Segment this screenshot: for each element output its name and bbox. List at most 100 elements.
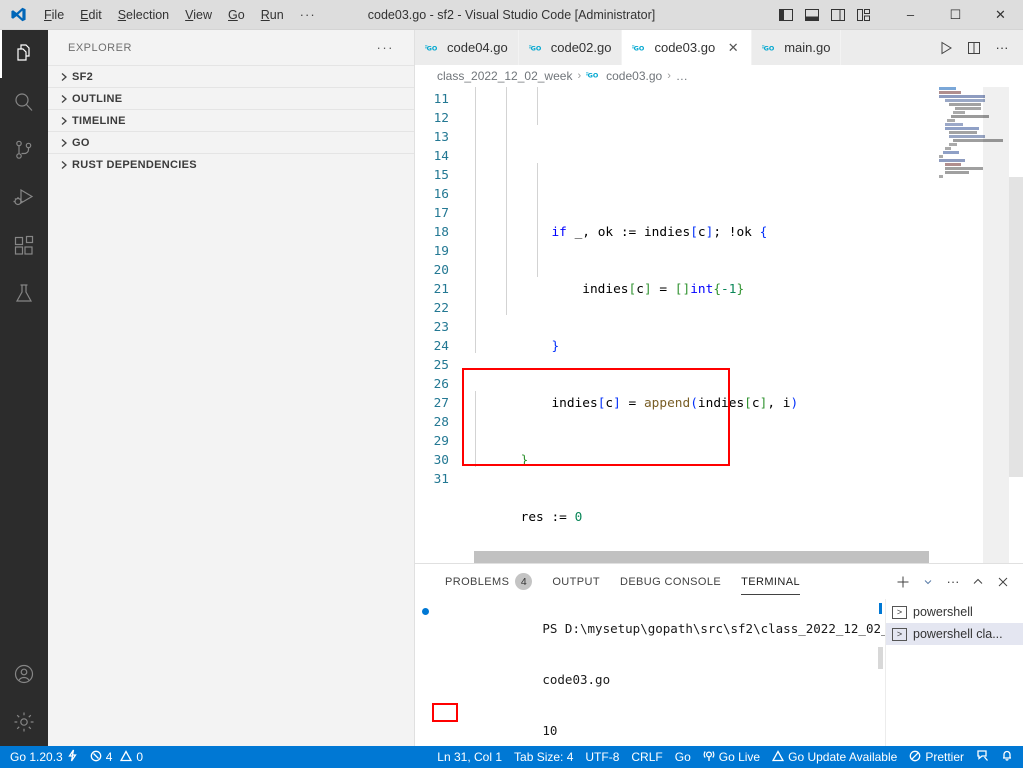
vscode-logo-icon [0,6,36,23]
activity-accounts-icon[interactable] [0,650,48,698]
minimap-slider[interactable] [983,87,1009,563]
tab-code04-go[interactable]: GO code04.go [415,30,519,65]
status-prettier[interactable]: Prettier [903,746,970,768]
editor-horizontal-scrollbar[interactable] [474,551,933,563]
scrollbar-thumb[interactable] [474,551,929,563]
activity-search-icon[interactable] [0,78,48,126]
menu-go[interactable]: Go [220,4,253,26]
terminal-output-line: 10 [432,703,885,746]
tab-code02-go[interactable]: GO code02.go [518,30,623,65]
activity-settings-gear-icon[interactable] [0,698,48,746]
status-eol[interactable]: CRLF [625,746,668,768]
sidebar-section-rust-dependencies[interactable]: RUST DEPENDENCIES [48,153,414,175]
editor-vertical-scrollbar[interactable] [1009,87,1023,563]
command-success-marker-icon [422,608,429,615]
toggle-primary-sidebar-icon[interactable] [774,3,798,27]
menu-view[interactable]: View [177,4,220,26]
line-number: 16 [433,187,449,202]
sidebar-section-sf2[interactable]: SF2 [48,65,414,87]
breadcrumb: class_2022_12_02_week › GO code03.go › … [415,65,1023,87]
svg-text:GO: GO [427,44,438,52]
line-number: 17 [433,206,449,221]
status-encoding[interactable]: UTF-8 [579,746,625,768]
status-go-update[interactable]: Go Update Available [766,746,903,768]
minimap[interactable] [935,87,1009,563]
maximize-button[interactable]: ☐ [933,0,978,30]
tab-code03-go[interactable]: GO code03.go ✕ [622,30,753,65]
activity-explorer-icon[interactable] [0,30,48,78]
sidebar-more-actions-icon[interactable]: ··· [377,40,395,55]
close-button[interactable]: ✕ [978,0,1023,30]
status-feedback[interactable] [970,746,995,768]
panel-tab-label: DEBUG CONSOLE [619,575,722,588]
terminal-view[interactable]: PS D:\mysetup\gopath\src\sf2\class_2022_… [415,599,885,746]
vscode-window: FFileile Edit Selection View Go Run ··· … [0,0,1023,768]
tab-close-icon[interactable]: ✕ [725,40,741,56]
split-editor-right-icon[interactable] [961,35,987,61]
status-editor-position[interactable]: Ln 31, Col 1 [431,746,508,768]
terminal-scrollbar-thumb[interactable] [878,647,883,669]
status-go-live[interactable]: Go Live [697,746,766,768]
activity-extensions-icon[interactable] [0,222,48,270]
line-number: 23 [433,320,449,335]
run-go-file-icon[interactable] [933,35,959,61]
close-panel-icon[interactable] [991,570,1015,594]
tab-problems[interactable]: PROBLEMS 4 [435,564,542,599]
feedback-icon [976,749,989,765]
menu-bar[interactable]: FFileile Edit Selection View Go Run ··· [36,0,324,30]
sidebar-section-timeline[interactable]: TIMELINE [48,109,414,131]
code-area[interactable]: 11 12 13 14 15 16 17 18 19 20 21 22 23 2… [415,87,1023,563]
status-problems-counts[interactable]: 4 0 [84,746,149,768]
line-number: 26 [433,377,449,392]
go-file-icon: GO [425,42,441,53]
line-number: 24 [433,339,449,354]
line-number: 11 [433,92,449,107]
go-file-icon: GO [632,42,648,53]
activity-bar [0,30,48,746]
panel-more-actions-icon[interactable]: ··· [941,570,965,594]
scrollbar-thumb[interactable] [1009,177,1023,477]
go-version-label: Go 1.20.3 [10,750,63,764]
breadcrumb-symbol[interactable]: … [676,69,688,83]
chevron-right-icon [56,138,72,148]
terminal-list-item[interactable]: > powershell [886,601,1023,623]
line-number: 31 [433,472,449,487]
toggle-secondary-sidebar-icon[interactable] [826,3,850,27]
menu-file[interactable]: FFileile [36,4,72,26]
go-file-icon: GO [586,69,602,83]
layout-controls [774,3,876,27]
activity-run-and-debug-icon[interactable] [0,174,48,222]
text-editor[interactable]: 11 12 13 14 15 16 17 18 19 20 21 22 23 2… [415,87,1023,563]
customize-layout-icon[interactable] [852,3,876,27]
editor-more-actions-icon[interactable]: ··· [989,35,1015,61]
minimize-button[interactable]: – [888,0,933,30]
editor-group: GO code04.go GO code02.go GO code03.go ✕… [415,30,1023,746]
status-language-mode[interactable]: Go [669,746,697,768]
menu-run[interactable]: Run [253,4,292,26]
menu-selection[interactable]: Selection [110,4,177,26]
terminal-list-item[interactable]: > powershell cla... [886,623,1023,645]
menu-more-icon[interactable]: ··· [292,7,324,22]
status-go-version[interactable]: Go 1.20.3 [4,746,84,768]
sidebar-section-outline[interactable]: OUTLINE [48,87,414,109]
tab-terminal[interactable]: TERMINAL [731,564,810,599]
breadcrumb-separator: › [577,70,582,82]
tab-debug-console[interactable]: DEBUG CONSOLE [610,564,731,599]
breadcrumb-folder[interactable]: class_2022_12_02_week [437,69,572,83]
activity-testing-icon[interactable] [0,270,48,318]
status-tab-size[interactable]: Tab Size: 4 [508,746,579,768]
breadcrumb-file[interactable]: GO code03.go [586,69,662,83]
tab-output[interactable]: OUTPUT [542,564,610,599]
activity-source-control-icon[interactable] [0,126,48,174]
status-notifications[interactable] [995,746,1019,768]
maximize-panel-icon[interactable] [966,570,990,594]
line-number: 29 [433,434,449,449]
terminal-profile-chevron-icon[interactable] [916,570,940,594]
terminal-list: > powershell > powershell cla... [885,599,1023,746]
breadcrumb-label: class_2022_12_02_week [437,69,573,83]
toggle-panel-icon[interactable] [800,3,824,27]
sidebar-section-go[interactable]: GO [48,131,414,153]
menu-edit[interactable]: Edit [72,4,110,26]
new-terminal-icon[interactable] [891,570,915,594]
tab-main-go[interactable]: GO main.go [752,30,842,65]
